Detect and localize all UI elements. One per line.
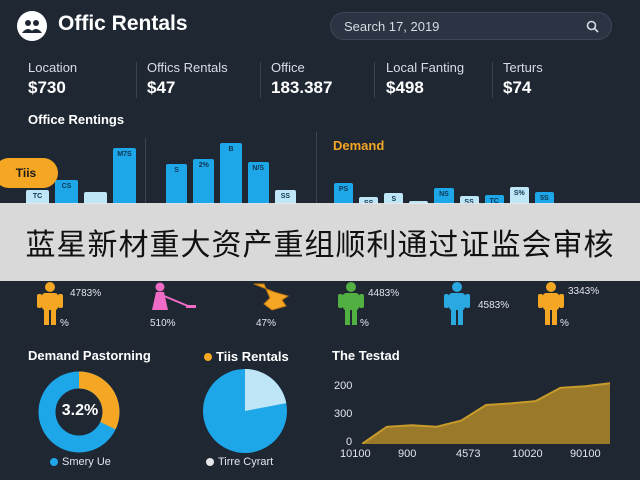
stat-value: $498 [386,78,424,97]
office-rentings-bars-b: S 2% B N/S SS [166,140,296,204]
pie-chart [203,369,287,453]
stat-terturs: Terturs $74 [503,60,543,98]
bar-label: NS [439,191,449,199]
bar-label: TC [32,192,43,200]
chart-bar: S [166,164,188,204]
news-banner: 蓝星新材重大资产重组顺利通过证监会审核 [0,203,640,281]
person-stat: 4583% [478,300,510,311]
legend-dot [204,352,212,361]
x-tick: 4573 [456,448,481,460]
pie-legend: Tirre Cyrart [206,456,273,468]
stat-label: Office [271,60,305,75]
person-stat: % [560,318,569,329]
divider [145,138,146,208]
chart-bar: N/S [247,162,269,204]
stat-value: $730 [28,78,66,97]
bar-label: 5S [540,194,549,202]
divider [492,62,493,98]
pie-legend-label: Tirre Cyrart [218,456,274,468]
stat-office: Office 183.387 [271,60,332,98]
the-testad-title: The Testad [332,348,400,363]
bar-label: S [174,167,179,175]
chart-bar: S% [509,186,529,204]
chart-bar: CS [55,179,78,204]
bar-label: N/S [252,165,265,173]
stat-value: 183.387 [271,78,333,97]
bar-label: PS [338,186,349,194]
office-rentings-title: Office Rentings [28,112,125,127]
app-logo [17,11,47,41]
person-pink-cleaning [148,282,198,319]
bar-label: CS [61,182,72,190]
bar-label: 2% [198,162,209,170]
bar-label: B [228,146,234,154]
person-stat: 3343% [568,286,600,297]
map-pin-icon [253,283,290,311]
stat-value: $74 [503,78,532,97]
chart-bar: NS [434,188,454,204]
person-stat: % [360,318,369,329]
stat-value: $47 [147,78,176,97]
person-stat: 47% [256,318,277,329]
legend-dot [206,458,214,467]
divider [260,62,261,98]
person-stat: 510% [150,318,176,329]
donut-center-value: 3.2% [61,402,99,419]
demand-pastorning-title: Demand Pastorning [28,348,151,363]
x-tick: 10020 [512,448,543,460]
x-tick: 900 [398,448,417,460]
person-icon [444,282,470,325]
divider [374,62,375,98]
legend-dot [50,458,58,467]
search-icon[interactable] [586,20,599,33]
app-title: Offic Rentals [58,12,188,35]
stat-label: Local Fanting [386,60,465,75]
bar-label: S% [513,189,525,197]
stat-label: Location [28,60,78,75]
stat-local-fanting: Local Fanting $498 [386,60,464,98]
person-stat: 4783% [70,288,102,299]
bar-label: M7S [117,150,132,158]
chart-bar: PS [334,183,354,204]
y-tick: 0 [346,436,353,448]
cleaning-person-icon [152,282,196,310]
area-chart [362,382,610,444]
divider [136,62,137,98]
demand-bars: PSSSSNSSSTCS%5S [334,166,554,207]
tiis-rentals-title: Tiis Rentals [216,349,289,364]
donut-legend-label: Smery Ue [62,456,111,468]
person-stat: 4483% [368,288,400,299]
x-tick: 10100 [340,448,371,460]
search-input-value: Search 17, 2019 [344,19,440,34]
bar-label: S [391,195,397,203]
person-stat: % [60,318,69,329]
tiis-pill[interactable]: Tiis [0,158,58,188]
person-blue [444,282,470,331]
chart-bar: SS [274,189,296,204]
chart-bar: 2% [193,159,215,204]
bar-label: SS [280,192,291,200]
users-icon [22,20,42,33]
area-series-fill [362,383,610,444]
x-tick: 90100 [570,448,601,460]
map-pin-figure [252,282,290,321]
divider [316,132,317,208]
donut-legend: Smery Ue [50,456,111,468]
chart-bar: M7S [113,147,136,204]
y-tick: 300 [334,408,353,420]
stat-label: Offics Rentals [147,60,228,75]
stat-label: Terturs [503,60,543,75]
demand-title: Demand [333,138,385,153]
stat-location: Location $730 [28,60,77,98]
chart-bar: TC [26,189,49,204]
stat-offics-rentals: Offics Rentals $47 [147,60,228,98]
tiis-rentals-header: Tiis Rentals [204,348,289,366]
y-tick: 200 [334,380,353,392]
search-input[interactable]: Search 17, 2019 [330,12,612,40]
chart-bar: B [220,143,242,204]
